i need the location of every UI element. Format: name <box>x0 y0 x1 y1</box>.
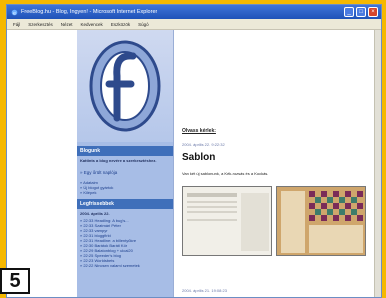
close-icon: × <box>371 9 375 15</box>
template-preview-icon <box>187 193 269 251</box>
menu-tools[interactable]: Eszközök <box>111 22 130 27</box>
maximize-button[interactable]: □ <box>356 7 366 17</box>
post-date-2[interactable]: 2004. április 21. 19:08:23 <box>182 288 227 293</box>
blog-name-link[interactable]: » Egy őrült naplója <box>77 170 173 175</box>
link-logout[interactable]: » Kilépek <box>77 190 173 195</box>
ie-logo-icon: e <box>11 9 18 16</box>
window-title: FreeBlog.hu - Blog, Ingyen! - Microsoft … <box>21 9 158 15</box>
vertical-scrollbar[interactable] <box>374 30 381 297</box>
menu-favorites[interactable]: Kedvencek <box>81 22 103 27</box>
title-bar: e FreeBlog.hu - Blog, Ingyen! - Microsof… <box>7 5 381 19</box>
page-content: Blogunk Kattints a blog nevére a szerkes… <box>7 30 381 297</box>
recent-date: 2004. április 22. <box>80 211 110 216</box>
sidebar-instruction: Kattints a blog nevére a szerkesztéshez. <box>80 158 157 163</box>
column-divider <box>173 30 174 297</box>
menu-help[interactable]: Súgó <box>138 22 149 27</box>
template-thumbnail-blue[interactable] <box>182 186 272 256</box>
minimize-button[interactable]: _ <box>344 7 354 17</box>
menu-view[interactable]: Nézet <box>61 22 73 27</box>
template-thumbnails <box>182 186 375 256</box>
post-date[interactable]: 2004. április 22. 9:22:32 <box>182 142 375 147</box>
section-heading: Olvass kérlek: <box>182 128 216 134</box>
menu-bar: Fájl Szerkesztés Nézet Kedvencek Eszközö… <box>7 19 381 30</box>
svg-text:e: e <box>13 11 16 16</box>
main-column: Olvass kérlek: 2004. április 22. 9:22:32… <box>182 30 375 297</box>
sidebar-recent-title: Legfrissebbek <box>77 199 173 209</box>
step-number-badge: 5 <box>0 268 30 294</box>
freeblog-logo-icon[interactable] <box>85 36 165 136</box>
sidebar: Blogunk Kattints a blog nevére a szerkes… <box>77 30 173 297</box>
sidebar-section-title: Blogunk <box>77 146 173 156</box>
browser-window: e FreeBlog.hu - Blog, Ingyen! - Microsof… <box>6 4 382 298</box>
minimize-icon: _ <box>347 9 351 15</box>
menu-file[interactable]: Fájl <box>13 22 20 27</box>
logo-area <box>77 30 173 142</box>
post-title[interactable]: Sablon <box>182 152 375 163</box>
recent-item[interactable]: » 22:22 Nincsen valami szemetek <box>77 263 173 268</box>
maximize-icon: □ <box>359 9 363 15</box>
checkered-pattern-icon <box>281 191 363 253</box>
template-thumbnail-checkered[interactable] <box>276 186 366 256</box>
menu-edit[interactable]: Szerkesztés <box>28 22 53 27</box>
post-text: Van két új sablonunk, a Kék-rozsás és a … <box>182 171 269 176</box>
close-button[interactable]: × <box>368 7 378 17</box>
